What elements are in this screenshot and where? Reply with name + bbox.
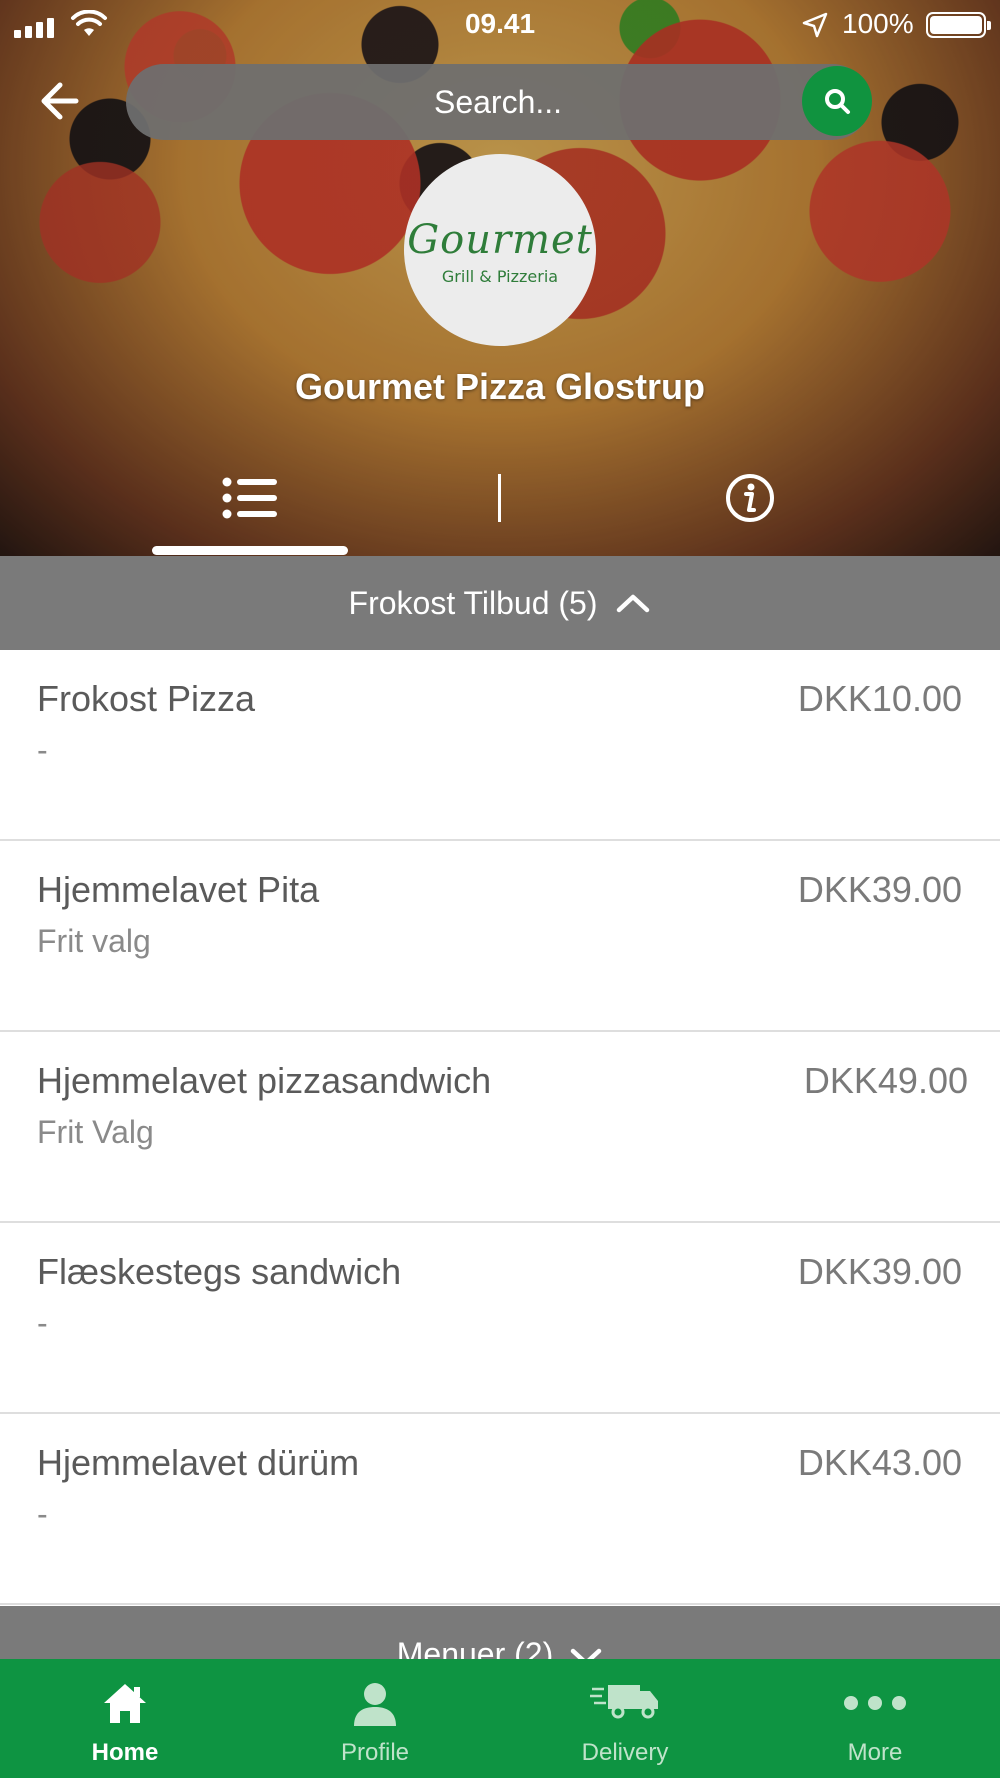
category-header-frokost-tilbud[interactable]: Frokost Tilbud (5): [0, 556, 1000, 650]
battery-icon: [926, 12, 991, 38]
profile-icon: [354, 1683, 396, 1726]
logo-subtitle: Grill & Pizzeria: [441, 266, 559, 286]
menu-item[interactable]: Hjemmelavet dürüm - DKK43.00: [0, 1414, 1000, 1605]
bottom-navigation: Home Profile Delivery More: [0, 1659, 1000, 1778]
status-bar: 09.41 100%: [0, 0, 1000, 50]
search-bar: [126, 64, 870, 140]
nav-profile[interactable]: Profile: [250, 1659, 500, 1778]
nav-more[interactable]: More: [750, 1659, 1000, 1778]
nav-label: Profile: [340, 1739, 410, 1766]
battery-percentage: 100%: [842, 8, 914, 39]
item-name: Hjemmelavet Pita: [37, 869, 320, 910]
active-tab-indicator: [152, 546, 348, 555]
item-description: -: [37, 732, 48, 768]
category-label: Frokost Tilbud (5): [348, 584, 598, 621]
item-description: -: [37, 1496, 48, 1532]
restaurant-logo: Gourmet Grill & Pizzeria: [404, 154, 596, 346]
nav-label: Delivery: [581, 1739, 669, 1766]
more-icon: [844, 1696, 906, 1710]
item-price: DKK10.00: [797, 678, 962, 719]
delivery-truck-icon: [590, 1685, 658, 1719]
menu-item[interactable]: Hjemmelavet Pita Frit valg DKK39.00: [0, 841, 1000, 1032]
item-name: Flæskestegs sandwich: [37, 1251, 402, 1292]
item-price: DKK43.00: [797, 1442, 962, 1483]
item-name: Frokost Pizza: [37, 678, 256, 719]
menu-item[interactable]: Frokost Pizza - DKK10.00: [0, 650, 1000, 841]
search-input[interactable]: [126, 64, 870, 140]
search-icon: [825, 89, 850, 114]
item-description: -: [37, 1305, 48, 1341]
home-icon: [104, 1684, 146, 1723]
nav-label: Home: [91, 1739, 159, 1766]
menu-item-list: Frokost Pizza - DKK10.00 Hjemmelavet Pit…: [0, 650, 1000, 1605]
nav-delivery[interactable]: Delivery: [500, 1659, 750, 1778]
nav-label: More: [847, 1739, 903, 1766]
item-name: Hjemmelavet pizzasandwich: [37, 1060, 492, 1101]
back-button[interactable]: [36, 78, 90, 124]
chevron-up-icon: [617, 594, 650, 613]
item-price: DKK39.00: [797, 1251, 962, 1292]
list-icon: [222, 477, 277, 519]
item-price: DKK49.00: [803, 1060, 968, 1101]
menu-item[interactable]: Hjemmelavet pizzasandwich Frit Valg DKK4…: [0, 1032, 1000, 1223]
menu-item[interactable]: Flæskestegs sandwich - DKK39.00: [0, 1223, 1000, 1414]
location-arrow-icon: [802, 12, 828, 38]
item-description: Frit valg: [37, 923, 151, 959]
search-button[interactable]: [802, 66, 872, 136]
item-description: Frit Valg: [37, 1114, 154, 1150]
arrow-left-icon: [41, 82, 79, 120]
nav-home[interactable]: Home: [0, 1659, 250, 1778]
tab-menu[interactable]: [152, 462, 348, 542]
item-price: DKK39.00: [797, 869, 962, 910]
tab-divider: [498, 474, 501, 522]
tab-info[interactable]: [700, 462, 800, 534]
restaurant-name: Gourmet Pizza Glostrup: [294, 366, 706, 407]
info-icon: [726, 474, 774, 522]
item-name: Hjemmelavet dürüm: [37, 1442, 360, 1483]
logo-wordmark: Gourmet: [407, 216, 593, 263]
